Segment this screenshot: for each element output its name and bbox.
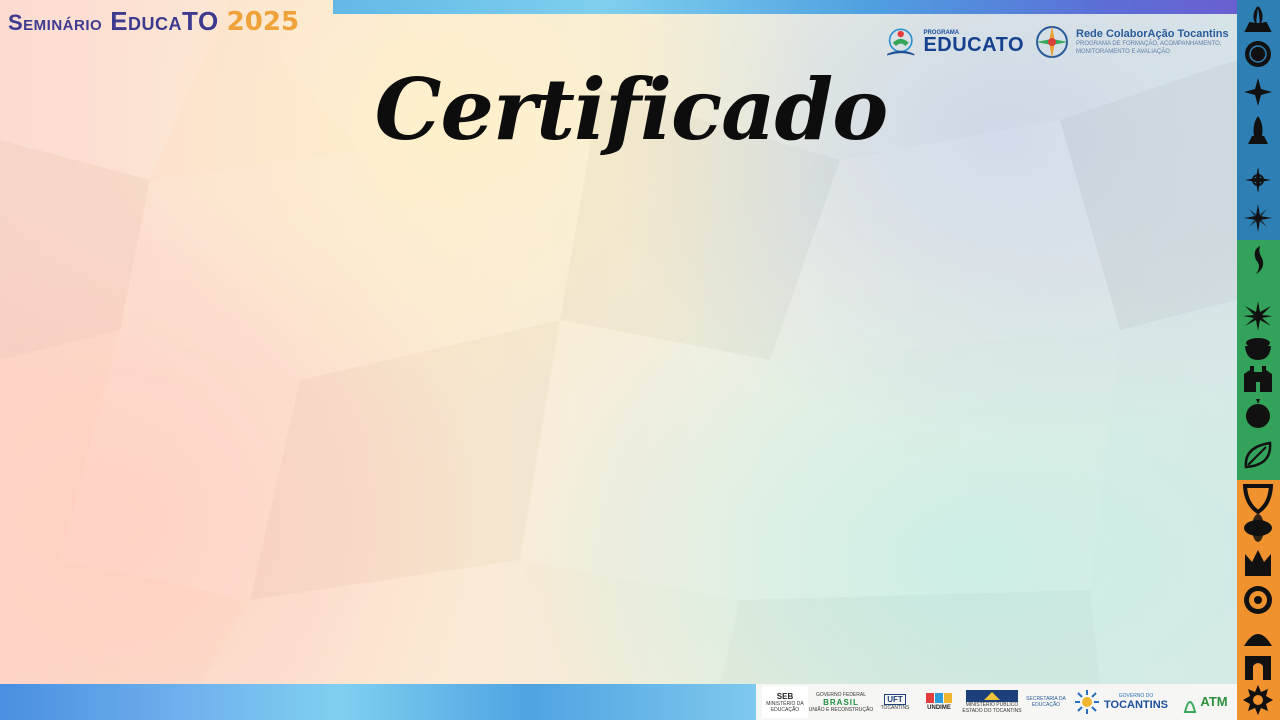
rede-text: Rede ColaborAção Tocantins PROGRAMA DE F… [1076,28,1229,56]
seminar-title: Seminário EducaTO 2025 [8,6,300,37]
ring-flower-icon [1244,586,1272,614]
governo-tocantins-logo: GOVERNO DO TOCANTINS [1068,686,1174,718]
leaf-icon [1244,441,1272,469]
certificate-background: Seminário EducaTO 2025 PROGRAMA EDUCATO … [0,0,1280,720]
seb-wordmark: SEB [776,691,794,701]
atm-logo: ATM [1178,686,1232,718]
bowl-icon [1245,338,1271,360]
mp-emblem-icon [966,690,1018,702]
dome-icon [1244,634,1272,646]
seminar-word: Seminário [8,10,103,35]
uft-wordmark: UFT [884,693,906,705]
atm-wordmark: ATM [1200,694,1228,709]
fruit-icon [1246,399,1270,428]
band-green-segment [1237,240,1280,480]
brasil-sub: UNIÃO E RECONSTRUÇÃO [808,706,874,713]
undime-logo: UNDIME [918,686,960,718]
undime-wordmark: UNDIME [927,704,951,711]
uft-logo: UFT TOCANTINS [876,686,914,718]
undime-mark-icon [926,692,952,703]
wind-rose-icon [1244,204,1272,232]
arch-icon [1245,656,1271,680]
bird-icon [1254,246,1264,274]
mp-line-2: ESTADO DO TOCANTINS [962,708,1022,714]
top-color-strip [333,0,1237,14]
seb-logo: SEB MINISTÉRIO DA EDUCAÇÃO [762,686,808,718]
educato-wordmark: EDUCATO [923,34,1024,56]
sunflower-icon [1243,685,1273,715]
rede-compass-icon [1036,26,1068,58]
uft-sub: TOCANTINS [880,704,910,711]
sun-disc-icon [1245,41,1271,67]
rede-subtitle-1: PROGRAMA DE FORMAÇÃO, ACOMPANHAMENTO, [1076,41,1222,47]
seb-sub-2: EDUCAÇÃO [770,706,800,713]
educato-logo: PROGRAMA EDUCATO [884,22,1024,62]
decorative-icon-band [1237,0,1280,720]
crown-icon [1245,550,1271,576]
brasil-logo: GOVERNO FEDERAL BRASIL UNIÃO E RECONSTRU… [808,686,874,718]
flower-icon [1244,514,1272,542]
certificate-title: Certificado [374,60,889,159]
band-blue-segment [1237,0,1280,240]
tocantins-wordmark: TOCANTINS [1104,699,1168,711]
tocantins-text: GOVERNO DO TOCANTINS [1104,693,1168,711]
educato-figure-icon [887,28,915,56]
compass-icon [1244,78,1272,106]
ministerio-publico-logo: MINISTÉRIO PÚBLICO ESTADO DO TOCANTINS [962,686,1022,718]
rede-subtitle-2: MONITORAMENTO E AVALIAÇÃO [1076,49,1170,55]
tocantins-sun-icon [1075,690,1100,714]
church-icon [1244,366,1272,392]
sun-burst-icon [1243,301,1273,331]
rede-colaboracao-logo: Rede ColaborAção Tocantins PROGRAMA DE F… [1034,22,1230,62]
secretaria-educacao-logo: SECRETARIA DA EDUCAÇÃO [1026,686,1066,718]
brasil-wordmark: BRASIL [823,697,859,707]
educato-text: PROGRAMA EDUCATO [923,30,1024,56]
star-compass-icon [1245,167,1271,193]
capim-icon [1244,6,1272,32]
bottom-color-strip [0,684,756,720]
shield-icon [1242,484,1274,514]
rocket-icon [1248,116,1268,144]
rede-title: Rede ColaborAção Tocantins [1076,28,1229,40]
seminar-year: 2025 [226,7,300,37]
atm-figure-icon [1184,701,1197,713]
secretaria-line-2: EDUCAÇÃO [1031,702,1061,708]
seminar-brand: EducaTO [110,6,219,36]
band-orange-segment [1237,480,1280,720]
